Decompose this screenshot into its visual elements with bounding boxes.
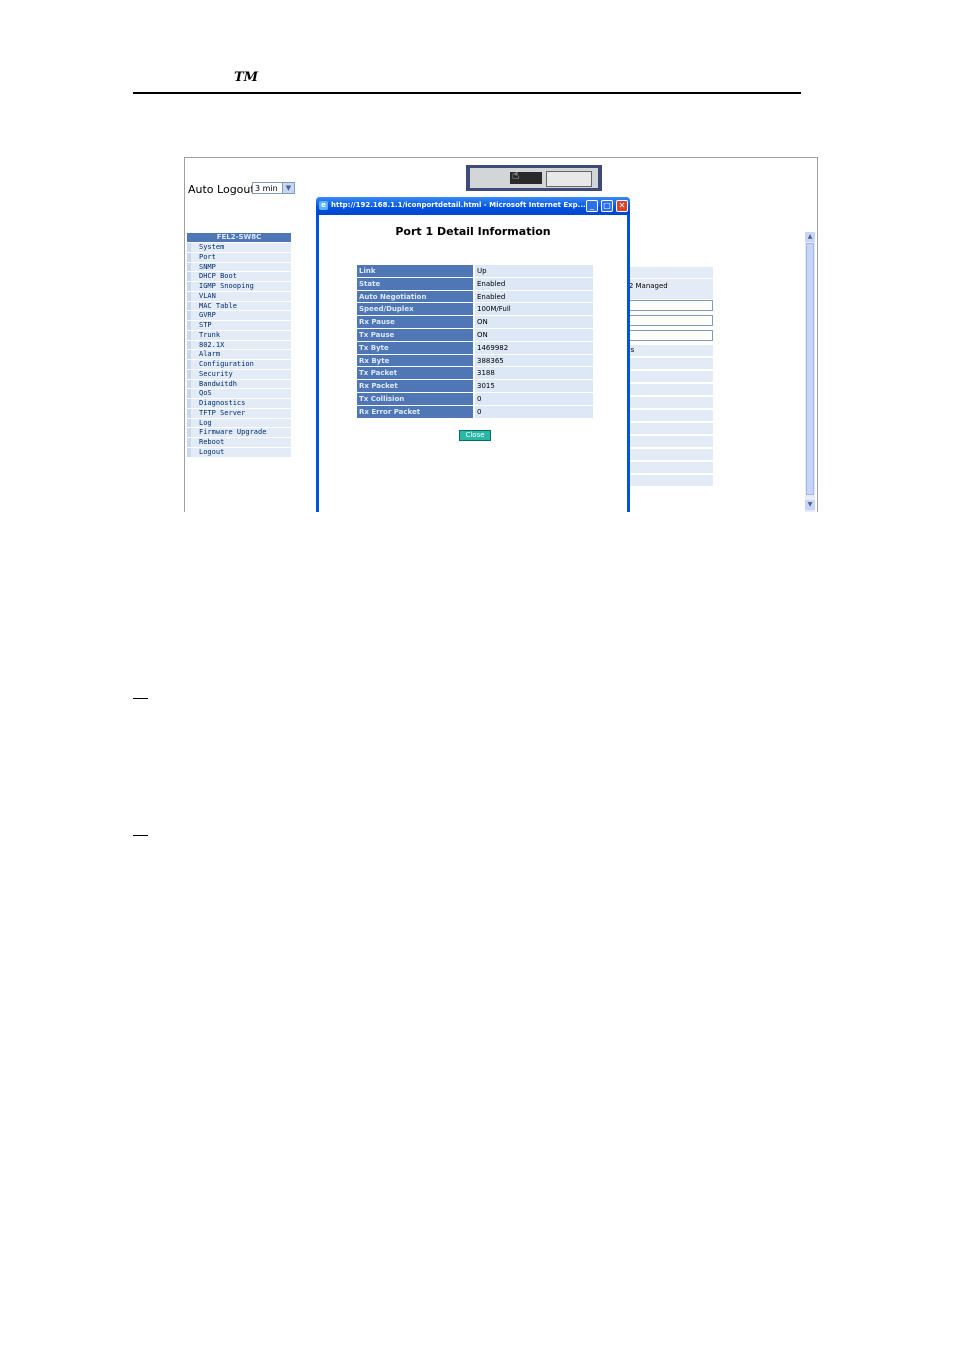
detail-value: 388365 [475,354,593,367]
sidebar-item-configuration[interactable]: Configuration [187,360,291,369]
sidebar-item-snmp[interactable]: SNMP [187,262,291,272]
footnote-dash [133,698,148,699]
popup-window-title: http://192.168.1.1/iconportdetail.html -… [331,201,586,209]
sidebar-item-reboot[interactable]: Reboot [187,438,291,447]
hand-cursor-icon: ☝ [512,168,520,182]
sidebar-item-logout[interactable]: Logout [187,447,291,457]
ie-page-icon: e [319,201,328,210]
auto-logout-value: 3 min [255,184,278,193]
detail-value: 0 [475,392,593,405]
scroll-thumb[interactable] [806,243,814,495]
detail-label: Tx Byte [357,341,473,354]
close-button[interactable]: Close [459,430,491,441]
sidebar-item-tftp-server[interactable]: TFTP Server [187,408,291,418]
sidebar-item-qos[interactable]: QoS [187,389,291,398]
detail-value: Up [475,265,593,277]
auto-logout-label: Auto Logout [188,183,255,196]
sidebar-item-igmp-snooping[interactable]: IGMP Snooping [187,282,291,291]
detail-value: 3188 [475,367,593,380]
detail-label: Tx Collision [357,392,473,405]
browser-screenshot: Auto Logout 3 min ▼ ☝ FEL2-SW8C System Po… [184,157,818,512]
sidebar-item-mac-table[interactable]: MAC Table [187,301,291,311]
detail-label: Rx Error Packet [357,405,473,418]
detail-value: Enabled [475,290,593,303]
minimize-icon[interactable]: _ [586,200,598,212]
sidebar-item-802-1x[interactable]: 802.1X [187,340,291,350]
sidebar-item-gvrp[interactable]: GVRP [187,311,291,320]
sidebar-item-port[interactable]: Port [187,252,291,262]
detail-value: 100M/Full [475,303,593,316]
device-front-panel: ☝ [470,168,598,188]
sidebar-item-stp[interactable]: STP [187,321,291,330]
detail-label: Tx Packet [357,367,473,380]
header-rule [133,92,801,94]
auto-logout-select[interactable]: 3 min ▼ [252,182,295,194]
sidebar-item-dhcp-boot[interactable]: DHCP Boot [187,272,291,281]
detail-label: Tx Pause [357,328,473,341]
detail-label: Rx Packet [357,380,473,392]
footnote-dash [133,835,148,836]
sidebar-nav: FEL2-SW8C System Port SNMP DHCP Boot IGMP Sn… [187,233,291,458]
sidebar-item-log[interactable]: Log [187,418,291,428]
trademark-mark: TM [234,70,259,85]
sidebar-item-vlan[interactable]: VLAN [187,291,291,301]
detail-label: State [357,277,473,290]
sidebar-item-alarm[interactable]: Alarm [187,350,291,359]
detail-value: Enabled [475,277,593,290]
sidebar-item-bandwitdh[interactable]: Bandwitdh [187,379,291,389]
detail-value: 0 [475,405,593,418]
detail-label: Speed/Duplex [357,303,473,316]
chevron-down-icon: ▼ [282,183,294,193]
sidebar-item-diagnostics[interactable]: Diagnostics [187,399,291,408]
detail-value: ON [475,316,593,328]
maximize-icon[interactable]: □ [601,200,613,212]
scroll-down-icon[interactable]: ▼ [805,500,815,510]
close-icon[interactable]: ✕ [616,200,628,212]
port-detail-popup-window: e http://192.168.1.1/iconportdetail.html… [316,197,630,512]
popup-heading: Port 1 Detail Information [395,225,551,238]
detail-label: Link [357,265,473,277]
detail-label: Auto Negotiation [357,290,473,303]
popup-body: Port 1 Detail Information Link Up State Ena… [319,215,627,512]
sidebar-item-system[interactable]: System [187,243,291,252]
nav-header: FEL2-SW8C [187,233,291,242]
switch-device-image[interactable]: ☝ [466,165,602,191]
scroll-up-icon[interactable]: ▲ [805,232,815,242]
popup-titlebar[interactable]: e http://192.168.1.1/iconportdetail.html… [316,197,630,215]
detail-value: 3015 [475,380,593,392]
device-port-block-right[interactable] [546,171,592,187]
sidebar-item-firmware-upgrade[interactable]: Firmware Upgrade [187,428,291,437]
detail-value: 1469982 [475,341,593,354]
detail-label: Rx Byte [357,354,473,367]
vertical-scrollbar[interactable]: ▲ ▼ [805,232,815,512]
sidebar-item-trunk[interactable]: Trunk [187,330,291,340]
sidebar-item-security[interactable]: Security [187,369,291,379]
detail-value: ON [475,328,593,341]
detail-label: Rx Pause [357,316,473,328]
